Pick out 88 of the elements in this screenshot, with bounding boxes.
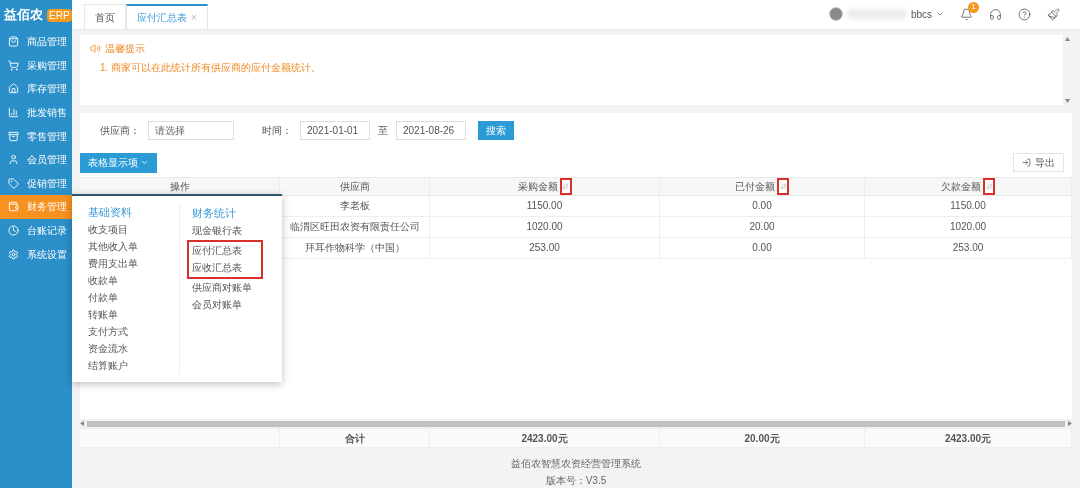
chart-icon bbox=[8, 107, 19, 119]
brush-icon[interactable] bbox=[1047, 7, 1060, 21]
avatar[interactable] bbox=[828, 7, 843, 21]
footer-text: 版本号：V3.5 bbox=[545, 474, 607, 488]
bag-icon bbox=[8, 36, 19, 48]
table-cell-text: 1020.00 bbox=[949, 220, 987, 235]
cart-icon bbox=[8, 59, 19, 71]
menu-item[interactable]: 结算账户 bbox=[88, 357, 179, 374]
column-header[interactable]: 采购金额 bbox=[517, 178, 558, 194]
tag-icon bbox=[8, 177, 19, 189]
column-header[interactable]: 已付金额 bbox=[735, 178, 775, 194]
scrollbar-thumb[interactable] bbox=[87, 420, 1065, 427]
menu-group-title: 基础资料 bbox=[88, 205, 133, 221]
table-cell-text: 253.00 bbox=[952, 241, 984, 256]
range-separator: 至 bbox=[378, 124, 388, 139]
menu-item[interactable]: 应付汇总表 bbox=[191, 241, 261, 259]
menu-item[interactable]: 支付方式 bbox=[88, 323, 179, 341]
table-cell-text: 20.00 bbox=[749, 220, 775, 235]
table-cell-text: 拜耳作物科学（中国） bbox=[304, 241, 405, 256]
table-cell-text: 253.00 bbox=[529, 241, 560, 256]
sidebar-item[interactable]: 台账记录 bbox=[0, 218, 72, 243]
support-icon[interactable] bbox=[989, 7, 1002, 21]
total-label: 合计 bbox=[344, 431, 365, 446]
menu-item[interactable]: 会员对账单 bbox=[191, 296, 282, 314]
menu-item[interactable]: 资金流水 bbox=[88, 340, 179, 358]
time-label: 时间： bbox=[262, 124, 292, 139]
menu-group-title: 财务统计 bbox=[191, 205, 237, 221]
column-header: 操作 bbox=[169, 179, 190, 194]
table-cell-text: 1150.00 bbox=[526, 199, 563, 214]
sort-icon[interactable] bbox=[985, 182, 993, 190]
sidebar-item[interactable]: 库存管理 bbox=[0, 77, 72, 101]
box-icon bbox=[8, 130, 19, 142]
sidebar-item[interactable]: 会员管理 bbox=[0, 147, 72, 172]
table-cell-text: 临渭区旺田农资有限责任公司 bbox=[289, 220, 420, 235]
speaker-icon bbox=[90, 43, 101, 54]
total-cell-text: 20.00元 bbox=[744, 431, 780, 446]
footer-text: 益佰农智慧农资经营管理系统 bbox=[511, 457, 641, 471]
notice-title: 温馨提示 bbox=[105, 42, 145, 56]
table-cell-text: 1020.00 bbox=[526, 220, 563, 235]
caret-icon bbox=[936, 10, 944, 18]
menu-item[interactable]: 付款单 bbox=[88, 289, 179, 307]
menu-item[interactable]: 其他收入单 bbox=[88, 238, 179, 256]
sidebar-item[interactable]: 商品管理 bbox=[0, 30, 72, 54]
column-header: 供应商 bbox=[339, 179, 370, 194]
menu-item[interactable]: 现金银行表 bbox=[191, 222, 282, 240]
start-date-field[interactable]: 2021-01-01 bbox=[300, 121, 370, 141]
horizontal-scrollbar[interactable] bbox=[80, 419, 1072, 428]
export-icon bbox=[1022, 158, 1031, 168]
end-date-field[interactable]: 2021-08-26 bbox=[396, 121, 466, 141]
menu-item[interactable]: 收支项目 bbox=[88, 221, 179, 239]
export-button[interactable]: 导出 bbox=[1013, 153, 1064, 173]
sidebar-item[interactable]: 采购管理 bbox=[0, 53, 72, 78]
menu-item[interactable]: 收款单 bbox=[88, 272, 179, 290]
user-icon bbox=[8, 154, 19, 166]
table-cell-text: 1150.00 bbox=[950, 199, 986, 214]
logo-badge: ERP bbox=[47, 8, 72, 22]
notice-text: 1. 商家可以在此统计所有供应商的应付金额统计。 bbox=[99, 61, 323, 75]
supplier-field[interactable]: 请选择 bbox=[148, 121, 234, 141]
total-cell-text: 2423.00元 bbox=[944, 431, 992, 446]
wallet-icon bbox=[8, 201, 19, 213]
scroll-up-icon[interactable] bbox=[1065, 37, 1070, 41]
table-cell-text: 0.00 bbox=[752, 241, 772, 256]
notification-badge: 1 bbox=[968, 1, 979, 13]
scroll-down-icon[interactable] bbox=[1065, 98, 1070, 103]
menu-item[interactable]: 转账单 bbox=[88, 306, 179, 324]
menu-item[interactable]: 供应商对账单 bbox=[191, 278, 282, 296]
scroll-left-icon[interactable] bbox=[80, 421, 84, 426]
column-header[interactable]: 欠款金额 bbox=[941, 178, 981, 194]
sort-icon[interactable] bbox=[779, 182, 787, 190]
menu-item[interactable]: 应收汇总表 bbox=[191, 259, 261, 277]
house-icon bbox=[8, 83, 19, 95]
menu-item[interactable]: 费用支出单 bbox=[88, 255, 179, 273]
help-icon[interactable] bbox=[1018, 7, 1031, 21]
user-name[interactable]: bbcs bbox=[910, 6, 932, 22]
table-cell-text: 李老板 bbox=[339, 199, 370, 214]
settings-icon bbox=[8, 248, 19, 260]
table-cell-text: 0.00 bbox=[752, 199, 772, 214]
scroll-right-icon[interactable] bbox=[1068, 421, 1072, 426]
total-cell-text: 2423.00元 bbox=[521, 431, 568, 446]
logo: 益佰农 bbox=[4, 6, 43, 25]
sidebar-item[interactable]: 促销管理 bbox=[0, 171, 72, 196]
supplier-label: 供应商： bbox=[100, 124, 140, 139]
sidebar-item[interactable]: 系统设置 bbox=[0, 242, 72, 266]
sort-icon[interactable] bbox=[562, 182, 569, 190]
clock-icon bbox=[8, 225, 19, 237]
bell-icon[interactable] bbox=[960, 7, 973, 21]
sidebar-item[interactable]: 零售管理 bbox=[0, 124, 72, 148]
sidebar-item[interactable]: 批发销售 bbox=[0, 100, 72, 125]
